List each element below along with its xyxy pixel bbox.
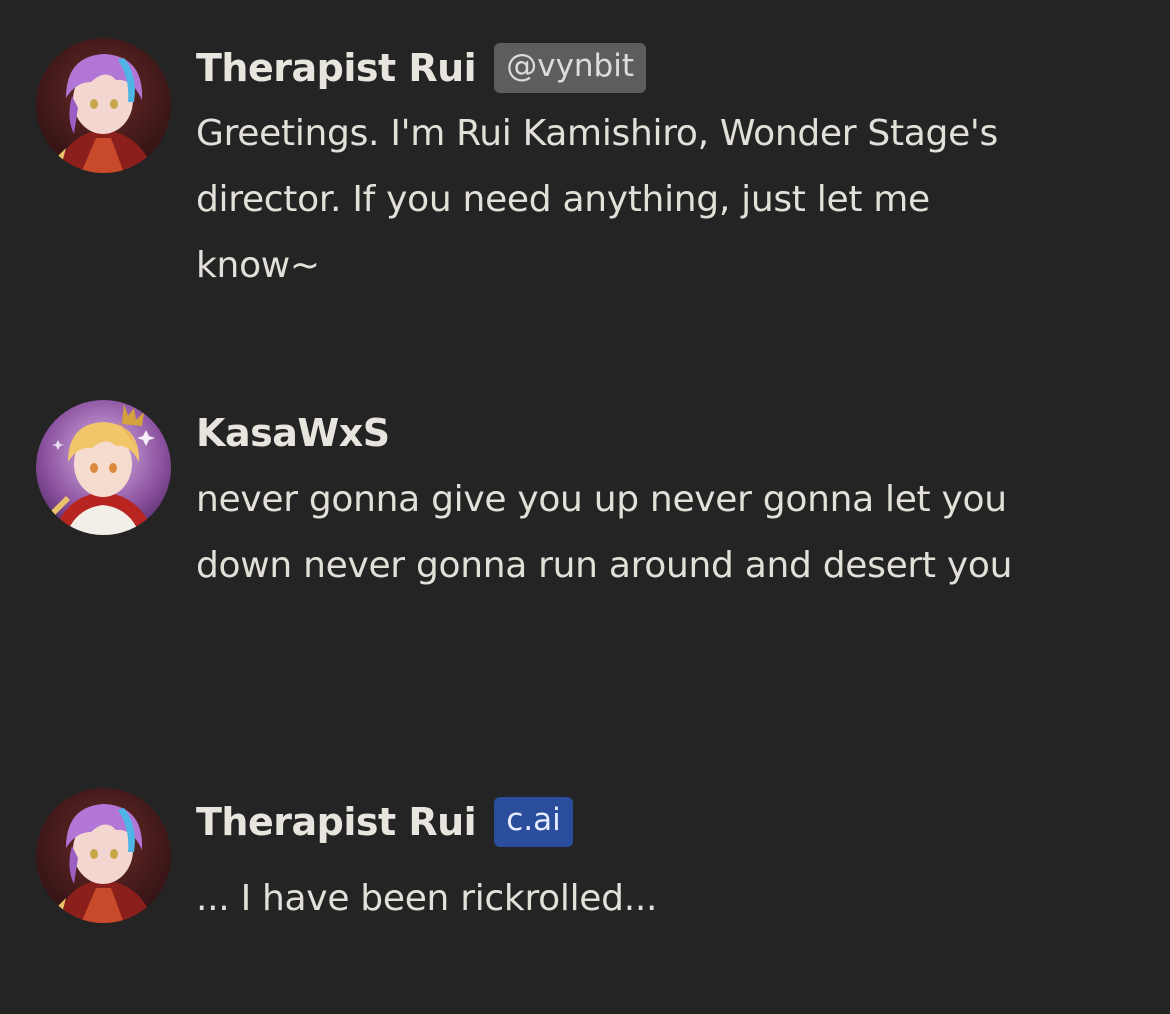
creator-badge[interactable]: @vynbit bbox=[494, 43, 647, 93]
message-header: Therapist Rui c.ai bbox=[196, 794, 573, 850]
chat-message: Therapist Rui c.ai ... I have been rickr… bbox=[0, 788, 1170, 948]
ai-badge: c.ai bbox=[494, 797, 573, 847]
author-name[interactable]: Therapist Rui bbox=[196, 800, 477, 844]
kasa-avatar-icon[interactable] bbox=[36, 400, 171, 535]
message-text: Greetings. I'm Rui Kamishiro, Wonder Sta… bbox=[196, 113, 998, 286]
rui-avatar-icon[interactable] bbox=[36, 38, 171, 173]
chat-message: KasaWxS never gonna give you up never go… bbox=[0, 400, 1170, 660]
rui-avatar-icon[interactable] bbox=[36, 788, 171, 923]
message-text: ... I have been rickrolled... bbox=[196, 878, 658, 919]
author-name[interactable]: Therapist Rui bbox=[196, 46, 477, 90]
message-text: never gonna give you up never gonna let … bbox=[196, 479, 1013, 586]
author-name[interactable]: KasaWxS bbox=[196, 411, 390, 455]
message-header: Therapist Rui @vynbit bbox=[196, 40, 647, 96]
message-header: KasaWxS bbox=[196, 405, 390, 461]
chat-message: Therapist Rui @vynbit Greetings. I'm Rui… bbox=[0, 38, 1170, 308]
